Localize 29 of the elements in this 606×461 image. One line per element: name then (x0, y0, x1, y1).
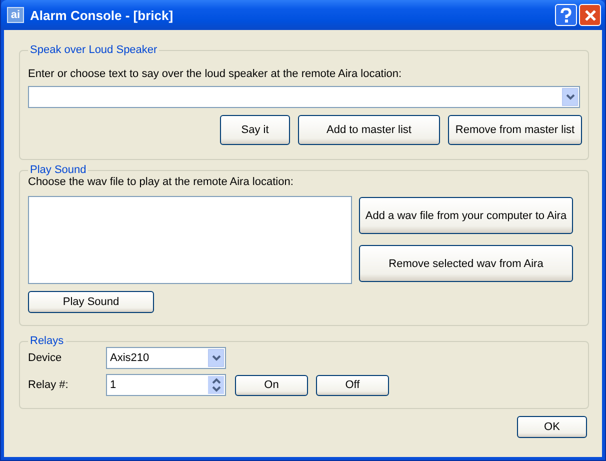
ok-button[interactable]: OK (517, 416, 587, 438)
dropdown-icon (208, 349, 224, 367)
help-icon (559, 8, 573, 22)
close-icon (584, 8, 596, 22)
relay-button[interactable]: Off (316, 374, 389, 396)
group-title: Speak over Loud Speaker (29, 44, 158, 56)
group-title: Relays (29, 335, 65, 347)
wav-action-button[interactable]: Remove selected wav from Aira (359, 245, 573, 282)
close-button[interactable] (579, 4, 601, 26)
device-dropdown[interactable]: Axis210 (106, 347, 226, 369)
relay-label: Relay #: (28, 379, 70, 391)
wav-list-box[interactable] (28, 196, 352, 284)
relay-button[interactable]: On (235, 374, 308, 396)
wav-action-button[interactable]: Add a wav file from your computer to Aira (359, 197, 573, 234)
relay-spin-box[interactable]: 1 (106, 374, 226, 396)
prompt-label: Enter or choose text to say over the loud speaker at the remote Aira location: (28, 68, 403, 80)
group-title: Play Sound (29, 164, 88, 176)
spinner-arrows-icon (208, 376, 224, 394)
speech-combo-box[interactable] (28, 86, 580, 108)
help-button[interactable] (555, 4, 577, 26)
window-title: Alarm Console - [brick] (30, 8, 174, 22)
speak-action-button[interactable]: Remove from master list (448, 115, 582, 145)
speak-action-button[interactable]: Say it (220, 115, 290, 145)
prompt-label: Choose the wav file to play at the remote Aira location: (28, 176, 294, 188)
app-icon: ai (7, 7, 24, 23)
play-sound-button[interactable]: Play Sound (28, 291, 154, 313)
speak-action-button[interactable]: Add to master list (298, 115, 440, 145)
dropdown-icon (562, 88, 578, 106)
device-label: Device (28, 352, 63, 364)
